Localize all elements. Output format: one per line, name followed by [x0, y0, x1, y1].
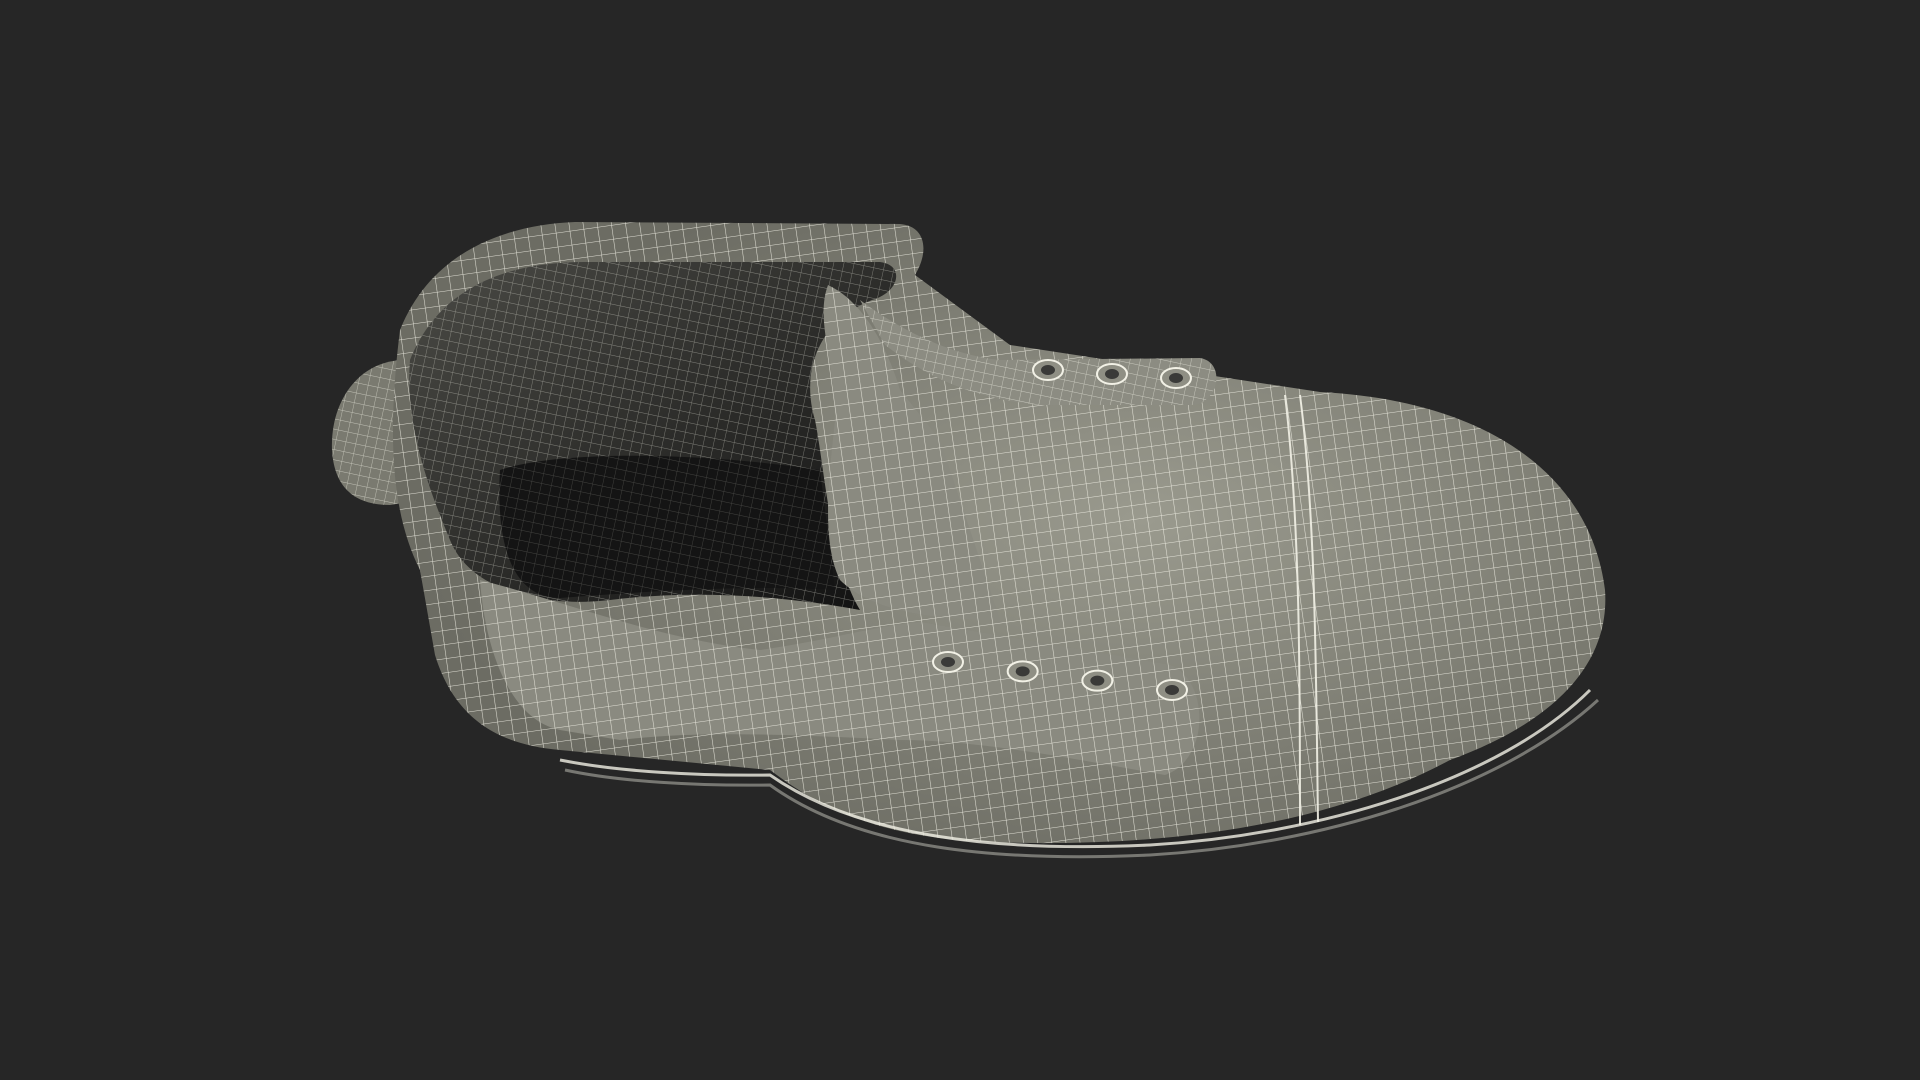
eyelet-hole — [1015, 666, 1030, 677]
eyelet-hole — [1165, 685, 1179, 695]
eyelet-hole — [1105, 369, 1119, 379]
eyelet-hole — [1041, 365, 1055, 375]
eyelet-hole — [1090, 675, 1105, 686]
render-viewport — [0, 0, 1920, 1080]
eyelet-hole — [1169, 373, 1183, 383]
boot-model-svg — [331, 222, 1606, 859]
eyelet-hole — [941, 657, 955, 667]
